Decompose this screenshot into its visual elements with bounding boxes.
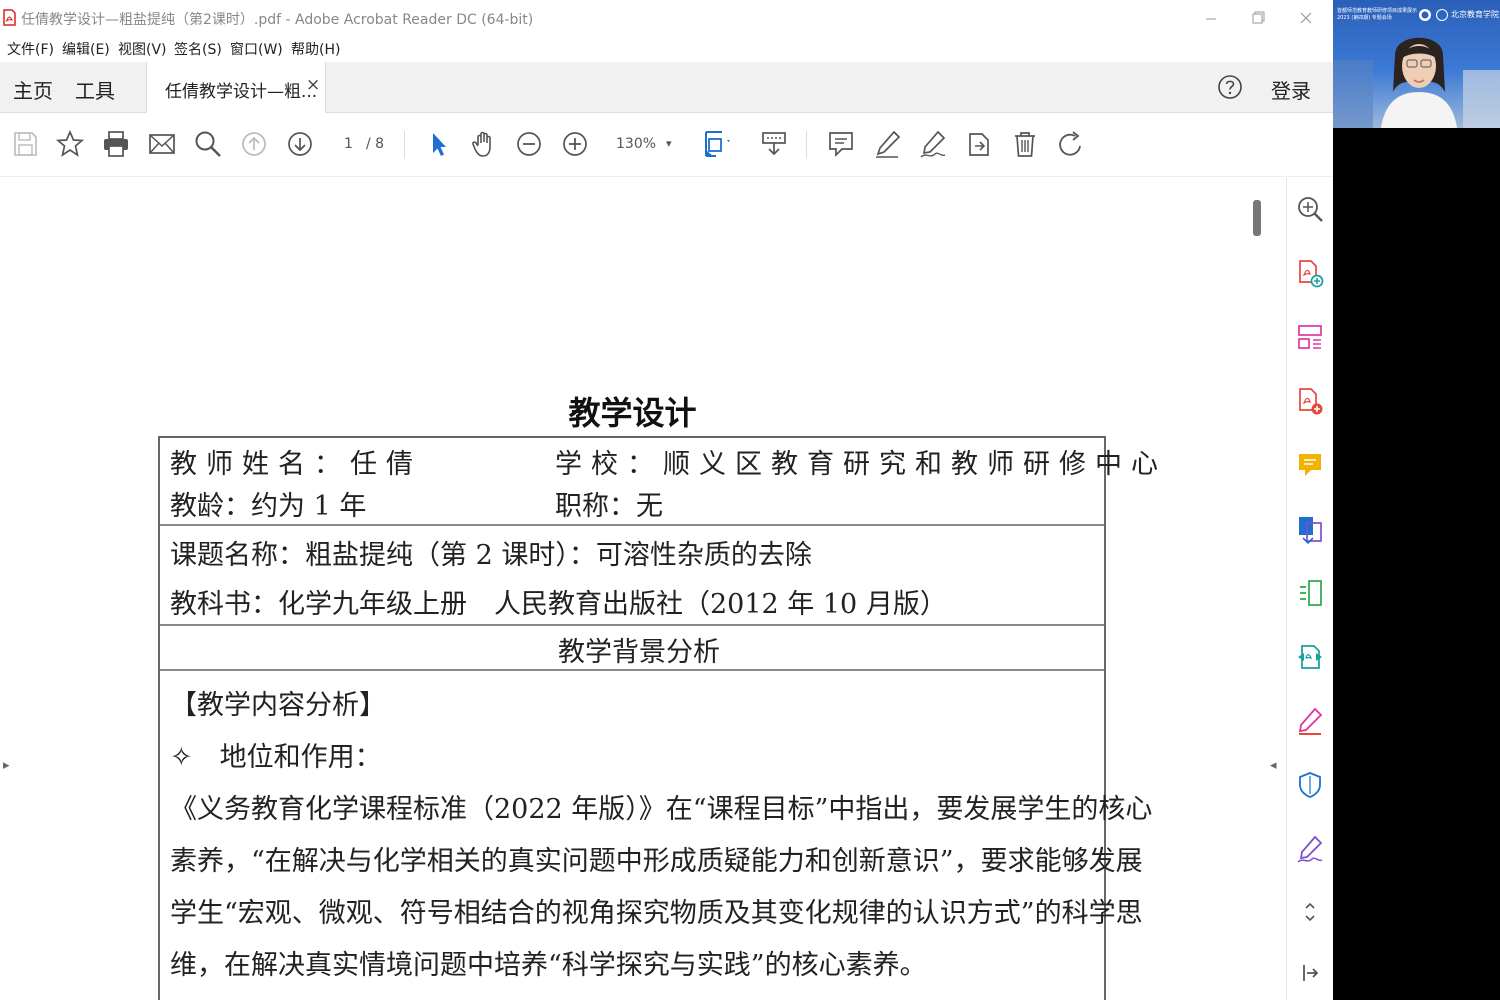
webcam-thumbnail: 首都师范教育教师研修项目成果展示2023 (第四期) 专题会场 北京教育学院 xyxy=(1333,0,1500,128)
rotate-icon[interactable] xyxy=(1056,129,1086,159)
fit-page-icon[interactable] xyxy=(700,129,730,159)
menu-window[interactable]: 窗口(W) xyxy=(230,39,283,59)
minimize-icon[interactable] xyxy=(1196,6,1226,30)
title-bar: 任倩教学设计—粗盐提纯（第2课时）.pdf - Adobe Acrobat Re… xyxy=(0,0,1333,36)
page-number-input[interactable]: 1 xyxy=(344,136,353,152)
zoom-out-icon[interactable] xyxy=(514,129,544,159)
window-title: 任倩教学设计—粗盐提纯（第2课时）.pdf - Adobe Acrobat Re… xyxy=(21,12,534,28)
menu-edit[interactable]: 编辑(E) xyxy=(62,39,110,59)
fill-sign-icon[interactable] xyxy=(1295,514,1325,545)
expand-pane-icon[interactable] xyxy=(1295,958,1325,988)
scroll-mode-icon[interactable] xyxy=(759,129,789,159)
bookmark-star-icon[interactable] xyxy=(55,129,85,159)
lesson-title: 课题名称：粗盐提纯（第 2 课时）：可溶性杂质的去除 xyxy=(170,540,812,571)
right-pane-toggle[interactable]: ◂ xyxy=(1270,758,1277,773)
teaching-age: 教龄：约为 1 年 xyxy=(170,491,367,522)
table-divider xyxy=(160,524,1104,526)
menu-bar: 文件(F) 编辑(E) 视图(V) 签名(S) 窗口(W) 帮助(H) xyxy=(0,36,1333,62)
create-pdf-icon[interactable] xyxy=(1295,258,1325,288)
highlight-pen-icon[interactable] xyxy=(872,129,902,159)
table-divider xyxy=(160,669,1104,671)
email-icon[interactable] xyxy=(147,129,177,159)
menu-help[interactable]: 帮助(H) xyxy=(291,39,340,59)
toolbar: 1 / 8 130% ▾ xyxy=(0,113,1333,177)
tab-document[interactable]: 任倩教学设计—粗... × xyxy=(146,62,326,113)
subsection-heading: 【教学内容分析】 xyxy=(170,690,386,721)
select-cursor-icon[interactable] xyxy=(423,129,453,159)
paragraph-line: 《义务教育化学课程标准（2022 年版）》在“课程目标”中指出，要发展学生的核心 xyxy=(170,794,1153,825)
tab-tools[interactable]: 工具 xyxy=(75,75,115,104)
close-icon[interactable] xyxy=(1291,6,1321,30)
protect-shield-icon[interactable] xyxy=(1295,770,1325,800)
search-icon[interactable] xyxy=(193,129,223,159)
tab-home[interactable]: 主页 xyxy=(13,75,53,104)
share-file-icon[interactable] xyxy=(964,129,994,159)
edit-pen-icon[interactable] xyxy=(1295,706,1325,736)
document-tab-label: 任倩教学设计—粗... xyxy=(165,82,318,102)
menu-sign[interactable]: 签名(S) xyxy=(174,39,222,59)
export-pdf-icon[interactable] xyxy=(1295,386,1325,416)
delete-icon[interactable] xyxy=(1010,129,1040,159)
zoom-level[interactable]: 130% xyxy=(616,136,656,152)
menu-view[interactable]: 视图(V) xyxy=(118,39,167,59)
more-tools-icon[interactable] xyxy=(1295,898,1325,928)
teacher-name: 教师姓名：任倩 xyxy=(170,449,422,480)
toolbar-divider xyxy=(404,131,405,159)
acrobat-icon xyxy=(3,9,16,26)
textbook-info: 教科书：化学九年级上册 人民教育出版社（2012 年 10 月版） xyxy=(170,589,947,620)
acrobat-window: 任倩教学设计—粗盐提纯（第2课时）.pdf - Adobe Acrobat Re… xyxy=(0,0,1333,1000)
organize-pages-icon[interactable] xyxy=(1295,322,1325,352)
help-icon[interactable] xyxy=(1217,74,1243,100)
sign-icon[interactable] xyxy=(1295,834,1325,864)
left-pane-toggle[interactable]: ▸ xyxy=(3,758,10,773)
section-header: 教学背景分析 xyxy=(558,637,720,668)
toolbar-divider xyxy=(806,131,807,159)
tools-pane xyxy=(1286,178,1333,1000)
print-icon[interactable] xyxy=(101,129,131,159)
paragraph-line: 维，在解决真实情境问题中培养“科学探究与实践”的核心素养。 xyxy=(170,950,927,981)
close-tab-button[interactable]: × xyxy=(306,75,320,95)
paragraph-line: 素养，“在解决与化学相关的真实问题中形成质疑能力和创新意识”，要求能够发展 xyxy=(170,846,1143,877)
comment-icon[interactable] xyxy=(826,129,856,159)
search-zoom-icon[interactable] xyxy=(1295,194,1325,224)
zoom-in-icon[interactable] xyxy=(560,129,590,159)
job-title: 职称：无 xyxy=(555,491,663,522)
combine-files-icon[interactable] xyxy=(1295,578,1325,608)
paragraph-line: 学生“宏观、微观、符号相结合的视角探究物质及其变化规律的认识方式”的科学思 xyxy=(170,898,1143,929)
zoom-dropdown-icon[interactable]: ▾ xyxy=(666,137,672,150)
send-review-icon[interactable] xyxy=(1295,642,1325,672)
tab-bar: 主页 工具 任倩教学设计—粗... × 登录 xyxy=(0,62,1333,113)
next-page-icon[interactable] xyxy=(285,129,315,159)
comment-tool-icon[interactable] xyxy=(1295,450,1325,480)
presenter-image xyxy=(1333,37,1500,128)
hand-tool-icon[interactable] xyxy=(469,129,499,159)
previous-page-icon[interactable] xyxy=(239,129,269,159)
school-name: 学校：顺义区教育研究和教师研修中心 xyxy=(555,449,1167,480)
draw-tool-icon[interactable] xyxy=(918,129,948,159)
restore-icon[interactable] xyxy=(1242,6,1272,30)
document-title: 教学设计 xyxy=(568,394,697,432)
scrollbar-thumb[interactable] xyxy=(1253,200,1261,236)
bullet-heading: ✧ 地位和作用： xyxy=(170,742,382,773)
save-icon[interactable] xyxy=(10,129,40,159)
menu-file[interactable]: 文件(F) xyxy=(7,39,54,59)
table-divider xyxy=(160,624,1104,626)
page-total: / 8 xyxy=(366,136,385,152)
sign-in-button[interactable]: 登录 xyxy=(1271,75,1311,104)
